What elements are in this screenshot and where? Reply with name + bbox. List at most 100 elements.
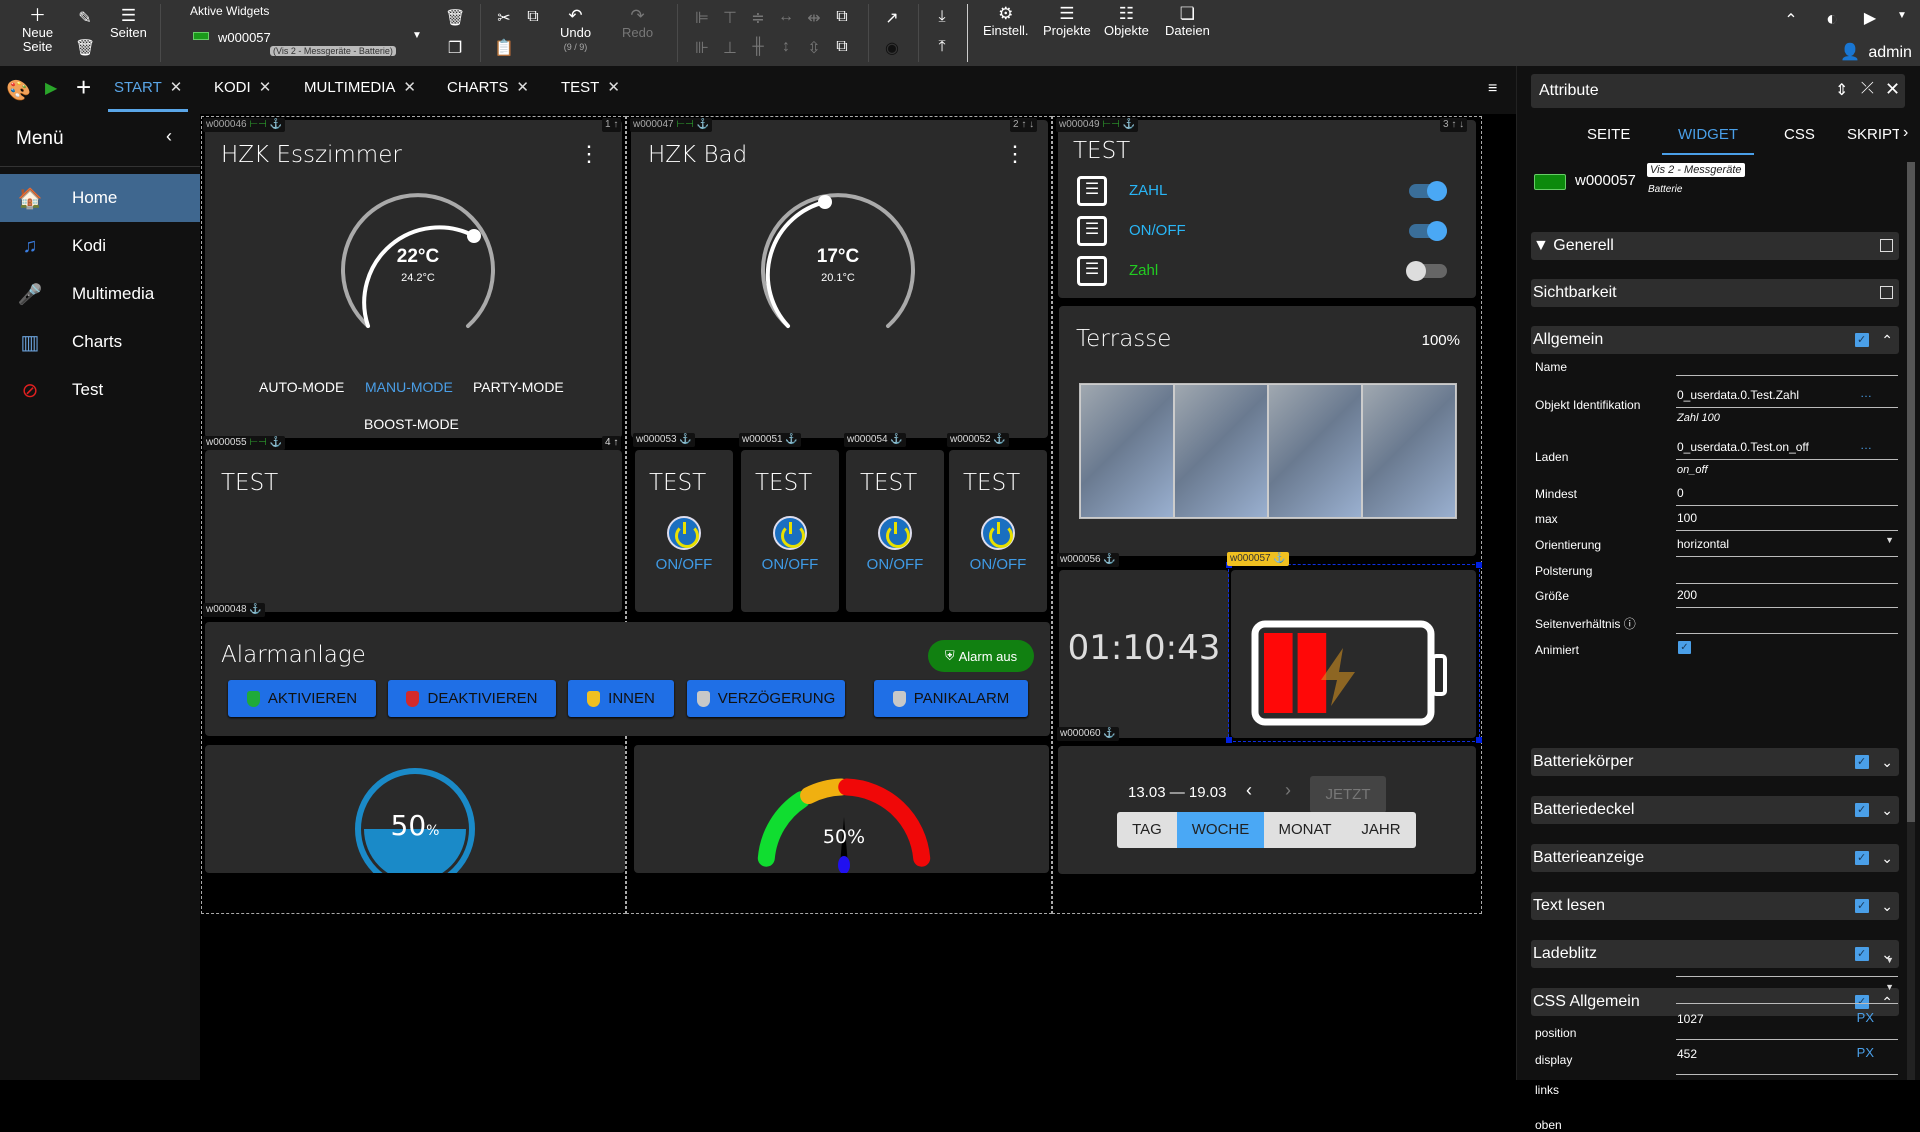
alarm-deaktivieren-button[interactable]: DEAKTIVIEREN (388, 680, 556, 717)
tab-start[interactable]: START ✕ (108, 66, 189, 112)
add-page-icon[interactable]: + (76, 72, 91, 103)
run-icon[interactable]: ▶ (45, 78, 57, 98)
same-height-icon[interactable]: ⇳ (804, 38, 824, 58)
dial-handle[interactable] (818, 195, 832, 209)
toggle-switch[interactable] (1409, 181, 1447, 201)
align-right-icon[interactable]: ⊪ (692, 38, 712, 58)
panel-scrollbar[interactable] (1907, 162, 1915, 1080)
tab-charts[interactable]: CHARTS ✕ (441, 66, 535, 112)
sidebar-item-home[interactable]: 🏠 Home (0, 174, 200, 222)
size-input[interactable]: 200 (1676, 586, 1898, 608)
collapse-toolbar-icon[interactable]: ⌃ (1781, 10, 1801, 30)
terrasse-window-widget[interactable]: Terrasse 100% (1059, 306, 1476, 556)
align-center-v-icon[interactable]: ≑ (748, 8, 768, 28)
min-input[interactable]: 0 (1676, 484, 1898, 506)
section-checkbox[interactable] (1880, 286, 1893, 299)
alarm-panikalarm-button[interactable]: PANIKALARM (874, 680, 1028, 717)
switch-widget[interactable]: TEST ON/OFF (949, 450, 1047, 612)
delete-page-icon[interactable]: 🗑 (75, 38, 95, 58)
top-input[interactable]: 452 PX (1676, 1045, 1898, 1075)
section-generell[interactable]: ▼ Generell (1531, 232, 1899, 260)
padding-input[interactable] (1676, 562, 1898, 584)
sidebar-item-charts[interactable]: ▥ Charts (0, 318, 200, 366)
period-woche-button[interactable]: WOCHE (1177, 812, 1264, 848)
chevron-down-icon[interactable]: ⌄ (1881, 892, 1893, 920)
tab-kodi[interactable]: KODI ✕ (208, 66, 277, 112)
edit-page-icon[interactable]: ✎ (75, 8, 95, 28)
section-sichtbarkeit[interactable]: Sichtbarkeit (1531, 279, 1899, 307)
power-icon[interactable] (667, 516, 701, 550)
period-jahr-button[interactable]: JAHR (1346, 812, 1416, 848)
redo-button[interactable]: ↷ Redo (622, 6, 653, 40)
thermostat-esszimmer-widget[interactable]: HZK Esszimmer ⋮ 22°C 24.2°C AUTO-MODE MA… (205, 120, 622, 438)
aspect-ratio-input[interactable] (1676, 612, 1898, 634)
mode-party-button[interactable]: PARTY-MODE (473, 379, 564, 395)
animated-checkbox[interactable]: ✓ (1678, 641, 1691, 654)
files-button[interactable]: ❏ Dateien (1165, 4, 1210, 38)
charging-object-input[interactable]: 0_userdata.0.Test.on_off… (1676, 438, 1898, 460)
resize-handle[interactable] (1476, 562, 1482, 568)
close-icon[interactable]: ✕ (516, 79, 529, 96)
power-icon[interactable] (981, 516, 1015, 550)
now-button[interactable]: JETZT (1310, 776, 1386, 813)
close-icon[interactable]: ✕ (403, 79, 416, 96)
undo-button[interactable]: ↶ Undo (9 / 9) (560, 6, 591, 54)
eye-icon[interactable]: ◉ (882, 38, 902, 58)
projects-button[interactable]: ☰ Projekte (1043, 4, 1091, 38)
browse-object-button[interactable]: … (1860, 438, 1872, 452)
section-batteriekoerper[interactable]: Batteriekörper⌄ (1531, 748, 1899, 776)
alarm-verzögerung-button[interactable]: VERZÖGERUNG (687, 680, 845, 717)
sidebar-item-kodi[interactable]: ♫ Kodi (0, 222, 200, 270)
tab-seite[interactable]: SEITE (1587, 126, 1630, 143)
align-left-icon[interactable]: ⊫ (692, 8, 712, 28)
section-checkbox[interactable] (1855, 748, 1869, 776)
paste-icon[interactable]: 📋 (494, 38, 514, 58)
cut-icon[interactable]: ✂ (494, 8, 514, 28)
tab-multimedia[interactable]: MULTIMEDIA ✕ (298, 66, 422, 112)
tab-widget[interactable]: WIDGET (1662, 126, 1754, 155)
tab-list-menu-icon[interactable]: ≡ (1488, 80, 1497, 98)
more-options-icon[interactable]: ⋮ (1004, 143, 1026, 165)
section-batteriedeckel[interactable]: Batteriedeckel⌄ (1531, 796, 1899, 824)
send-back-icon[interactable]: ⧉ (832, 38, 852, 56)
active-widgets-select[interactable]: w000057 (Vis 2 - Messgeräte - Batterie) … (190, 28, 430, 58)
align-center-h-icon[interactable]: ╫ (748, 38, 768, 56)
dial-handle[interactable] (467, 229, 481, 243)
resize-handle[interactable] (1476, 737, 1482, 743)
section-allgemein[interactable]: Allgemein⌃ (1531, 326, 1899, 354)
align-bottom-icon[interactable]: ⊥ (720, 38, 740, 58)
export-icon[interactable]: ⤒ (932, 38, 952, 56)
palette-icon[interactable]: 🎨 (6, 78, 31, 103)
section-checkbox[interactable] (1855, 892, 1869, 920)
thermostat-bad-widget[interactable]: HZK Bad ⋮ 17°C 20.1°C (631, 120, 1048, 438)
bring-front-icon[interactable]: ⧉ (832, 8, 852, 26)
period-monat-button[interactable]: MONAT (1264, 812, 1346, 848)
theme-toggle-icon[interactable]: ◐ (1822, 8, 1842, 31)
duplicate-icon[interactable]: ⧉ (523, 8, 543, 26)
switch-widget[interactable]: TEST ON/OFF (741, 450, 839, 612)
section-checkbox[interactable] (1855, 796, 1869, 824)
new-page-button[interactable]: ＋ Neue Seite (22, 6, 53, 54)
power-icon[interactable] (773, 516, 807, 550)
resize-handle[interactable] (1226, 737, 1232, 743)
section-batterieanzeige[interactable]: Batterieanzeige⌄ (1531, 844, 1899, 872)
previous-period-icon[interactable]: ‹ (1246, 780, 1252, 801)
alarm-innen-button[interactable]: INNEN (568, 680, 674, 717)
alarm-aktivieren-button[interactable]: AKTIVIEREN (228, 680, 376, 717)
next-period-icon[interactable]: › (1285, 780, 1291, 801)
period-tag-button[interactable]: TAG (1117, 812, 1177, 848)
name-input[interactable] (1676, 354, 1898, 376)
collapse-all-icon[interactable]: ⤫ (1861, 80, 1874, 98)
chevron-down-icon[interactable]: ⌄ (1881, 844, 1893, 872)
user-menu[interactable]: 👤 admin (1840, 42, 1912, 62)
section-text-lesen[interactable]: Text lesen⌄ (1531, 892, 1899, 920)
delete-widget-icon[interactable]: 🗑 (445, 8, 465, 28)
same-width-icon[interactable]: ⇹ (804, 8, 824, 28)
tabs-scroll-right-icon[interactable]: › (1903, 124, 1908, 142)
section-checkbox[interactable] (1880, 239, 1893, 252)
position-select[interactable]: ▼ (1676, 955, 1898, 977)
section-checkbox[interactable] (1855, 326, 1869, 354)
sidebar-item-multimedia[interactable]: 🎤 Multimedia (0, 270, 200, 318)
info-icon[interactable]: ⓘ (1624, 617, 1636, 631)
chevron-up-icon[interactable]: ⌃ (1881, 326, 1893, 354)
